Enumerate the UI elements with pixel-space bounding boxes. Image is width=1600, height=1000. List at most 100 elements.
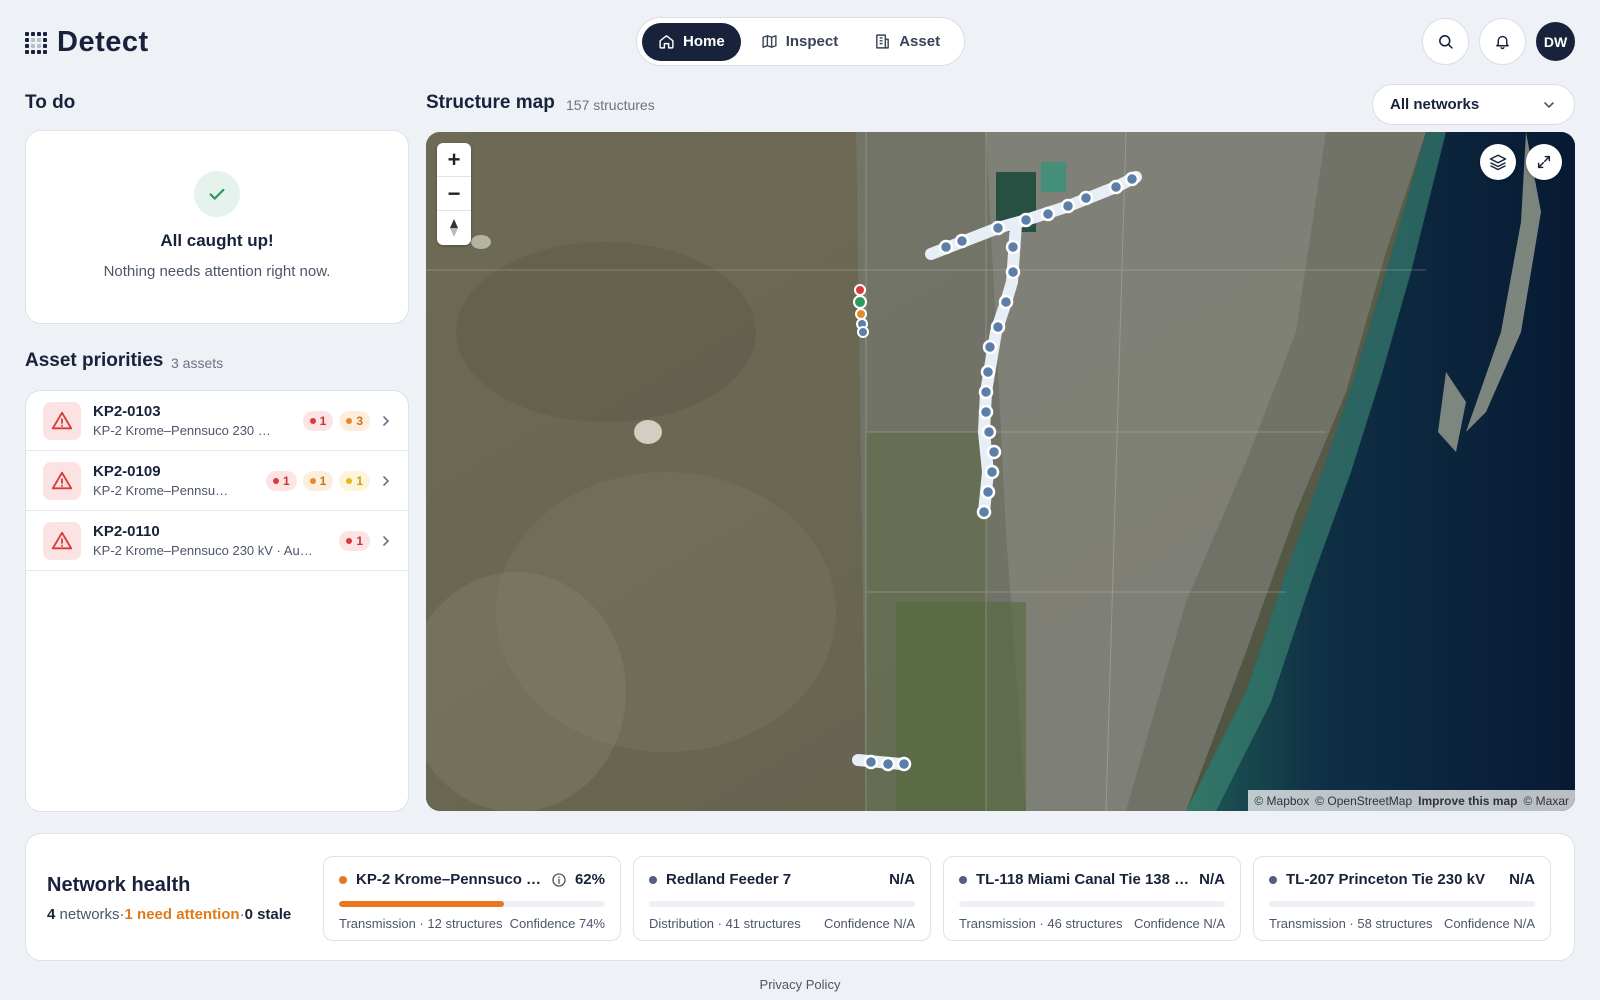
network-progress: [959, 901, 1225, 907]
asset-id: KP2-0109: [93, 463, 161, 480]
asset-id: KP2-0110: [93, 523, 160, 540]
app-logo[interactable]: Detect: [25, 26, 149, 59]
major-count-badge: 1: [302, 470, 334, 491]
network-type: Distribution · 41 structures: [649, 916, 801, 931]
building-icon: [876, 34, 890, 49]
network-health-title: Network health: [47, 874, 191, 896]
network-name: TL-118 Miami Canal Tie 138 kV: [976, 871, 1192, 888]
todo-card: All caught up! Nothing needs attention r…: [25, 130, 409, 324]
structure-map-title: Structure map: [426, 92, 555, 113]
asset-priorities-title: Asset priorities: [25, 350, 164, 371]
map-attribution: © Mapbox © OpenStreetMap Improve this ma…: [1248, 790, 1575, 811]
tab-asset-label: Asset: [899, 33, 941, 50]
major-count-badge: 3: [339, 410, 370, 431]
network-card-kp2[interactable]: KP-2 Krome–Pennsuco 230 kV 62% Transmiss…: [323, 856, 621, 941]
network-health-summary: 4 networks·1 need attention·0 stale: [47, 906, 292, 923]
network-health-panel: Network health 4 networks·1 need attenti…: [25, 833, 1575, 961]
structure-count: 157 structures: [566, 97, 655, 113]
expand-icon: [1537, 155, 1551, 169]
layers-icon: [1489, 154, 1507, 171]
map-fullscreen-button[interactable]: [1526, 144, 1562, 180]
privacy-policy-link[interactable]: Privacy Policy: [0, 977, 1600, 992]
asset-desc: KP-2 Krome–Pennsuco 230 kV · Aug 2024: [93, 423, 271, 438]
bell-icon: [1496, 35, 1509, 50]
compass-icon: [450, 219, 458, 237]
logo-mark-icon: [25, 30, 47, 56]
asset-priorities-count: 3 assets: [171, 355, 224, 371]
todo-status-text: Nothing needs attention right now.: [103, 263, 331, 280]
zoom-out-button[interactable]: −: [437, 177, 471, 211]
network-card-redland[interactable]: Redland Feeder 7 N/A Distribution · 41 s…: [633, 856, 931, 941]
network-score: 62%: [574, 871, 605, 888]
improve-map-link[interactable]: Improve this map: [1418, 794, 1517, 808]
structure-markers: [852, 171, 1142, 772]
network-filter-value: All networks: [1390, 96, 1480, 113]
critical-count-badge: 1: [339, 530, 370, 551]
zoom-in-button[interactable]: +: [437, 143, 471, 177]
network-progress: [649, 901, 915, 907]
network-card-tl118[interactable]: TL-118 Miami Canal Tie 138 kV N/A Transm…: [943, 856, 1241, 941]
asset-row-kp2-0110[interactable]: KP2-0110 KP-2 Krome–Pennsuco 230 kV · Au…: [26, 511, 408, 571]
compass-button[interactable]: [437, 211, 471, 245]
network-progress: [339, 901, 605, 907]
structure-map[interactable]: + − © Mapbox © OpenStreetMap Improve thi…: [426, 132, 1575, 811]
network-name: Redland Feeder 7: [666, 871, 792, 888]
network-score: N/A: [1509, 871, 1535, 888]
minor-count-badge: 1: [339, 470, 370, 491]
network-confidence: Confidence N/A: [1133, 916, 1225, 931]
network-card-tl207[interactable]: TL-207 Princeton Tie 230 kV N/A Transmis…: [1253, 856, 1551, 941]
asset-priorities-list: KP2-0103 KP-2 Krome–Pennsuco 230 kV · Au…: [25, 390, 409, 812]
asset-desc: KP-2 Krome–Pennsuco 230 kV · Aug 2024: [93, 543, 315, 558]
network-confidence: Confidence 74%: [509, 916, 605, 931]
network-type: Transmission · 12 structures: [339, 916, 503, 931]
tab-asset[interactable]: Asset: [858, 23, 956, 61]
check-icon: [194, 171, 240, 217]
chevron-right-icon: [383, 535, 390, 546]
search-button[interactable]: [1422, 18, 1469, 65]
tab-home-label: Home: [683, 33, 725, 50]
network-score: N/A: [1199, 871, 1225, 888]
chevron-right-icon: [383, 415, 390, 426]
map-layers-button[interactable]: [1480, 144, 1516, 180]
warning-icon: [43, 521, 81, 560]
app-name: Detect: [57, 26, 149, 58]
user-avatar[interactable]: DW: [1536, 22, 1575, 61]
asset-row-kp2-0109[interactable]: KP2-0109 KP-2 Krome–Pennsuco 230 kV · Au…: [26, 451, 408, 511]
notifications-button[interactable]: [1479, 18, 1526, 65]
tab-inspect[interactable]: Inspect: [745, 23, 855, 61]
status-dot: [339, 875, 347, 884]
tab-home[interactable]: Home: [642, 22, 741, 61]
network-filter-select[interactable]: All networks: [1372, 84, 1575, 125]
tab-inspect-label: Inspect: [785, 33, 839, 50]
asset-desc: KP-2 Krome–Pennsuco 230 kV · Aug 2024: [93, 483, 229, 498]
status-dot: [1269, 875, 1277, 884]
network-score: N/A: [889, 871, 915, 888]
critical-count-badge: 1: [302, 410, 334, 431]
search-icon: [1439, 35, 1453, 49]
network-name: TL-207 Princeton Tie 230 kV: [1286, 871, 1485, 888]
todo-status-title: All caught up!: [160, 231, 274, 250]
info-icon[interactable]: [551, 872, 567, 888]
critical-count-badge: 1: [265, 470, 297, 491]
home-icon: [659, 35, 674, 49]
map-icon: [762, 35, 777, 48]
chevron-right-icon: [383, 475, 390, 486]
network-name: KP-2 Krome–Pennsuco 230 kV: [356, 871, 545, 888]
status-dot: [959, 875, 967, 884]
network-type: Transmission · 58 structures: [1269, 916, 1433, 931]
todo-title: To do: [25, 92, 76, 113]
asset-id: KP2-0103: [93, 403, 161, 420]
network-type: Transmission · 46 structures: [959, 916, 1123, 931]
chevron-down-icon: [1544, 101, 1554, 108]
zoom-control: + −: [437, 143, 471, 245]
network-confidence: Confidence N/A: [1443, 916, 1535, 931]
network-progress: [1269, 901, 1535, 907]
mapbox-credit[interactable]: © Mapbox: [1254, 794, 1309, 808]
asset-row-kp2-0103[interactable]: KP2-0103 KP-2 Krome–Pennsuco 230 kV · Au…: [26, 391, 408, 451]
warning-icon: [43, 401, 81, 440]
warning-icon: [43, 461, 81, 500]
main-nav: Home Inspect Asset: [636, 17, 965, 66]
maxar-credit[interactable]: © Maxar: [1523, 794, 1569, 808]
osm-credit[interactable]: © OpenStreetMap: [1315, 794, 1412, 808]
network-confidence: Confidence N/A: [823, 916, 915, 931]
